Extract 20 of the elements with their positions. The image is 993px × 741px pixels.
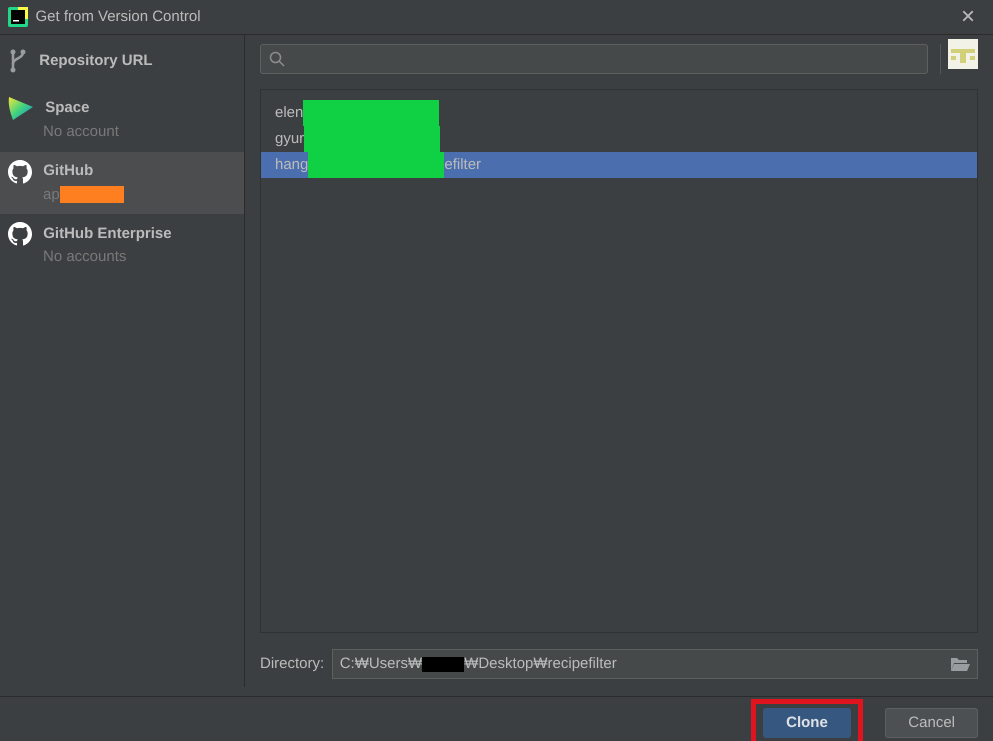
app-logo-icon xyxy=(8,7,28,27)
search-icon xyxy=(268,51,284,67)
github-icon xyxy=(8,160,32,184)
sidebar-item[interactable]: Repository URL xyxy=(0,35,244,87)
sidebar-item[interactable]: GitHub Enterprise No accounts xyxy=(0,214,244,276)
branch-icon xyxy=(8,49,28,73)
search-field[interactable] xyxy=(260,44,928,74)
close-button[interactable]: × xyxy=(950,5,985,29)
directory-label: Directory: xyxy=(260,654,324,674)
clone-button[interactable]: Clone xyxy=(763,708,851,738)
github-icon xyxy=(8,222,32,246)
redaction-mark xyxy=(422,656,464,672)
repository-row[interactable]: elen xyxy=(261,100,977,126)
directory-field[interactable]: C:₩Users₩ ₩Desktop₩recipefilter xyxy=(332,649,978,679)
sidebar-item[interactable]: Space No account xyxy=(0,87,244,152)
folder-icon[interactable] xyxy=(950,656,970,672)
space-logo-icon xyxy=(8,95,34,121)
window-title: Get from Version Control xyxy=(36,6,202,27)
cancel-button[interactable]: Cancel xyxy=(885,708,978,738)
repository-row[interactable]: gyur xyxy=(261,126,977,152)
